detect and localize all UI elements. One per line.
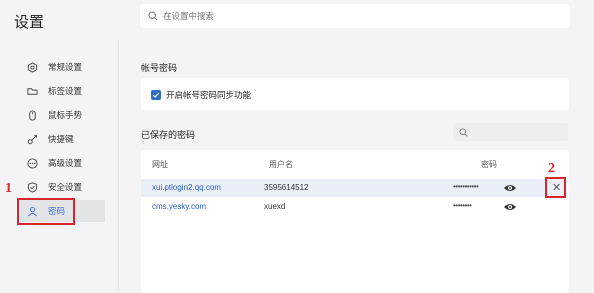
sidebar-item-shortcuts[interactable]: 快捷键 bbox=[20, 128, 105, 150]
search-box[interactable] bbox=[140, 4, 570, 28]
main-content: 帐号密码 开启帐号密码同步功能 已保存的密码 网址 用户名 密码 xui.ptl… bbox=[119, 40, 594, 293]
header: 设置 bbox=[0, 0, 594, 40]
mouse-icon bbox=[26, 109, 38, 121]
annotation-label-1: 1 bbox=[5, 181, 12, 196]
row-url[interactable]: cms.yesky.com bbox=[152, 202, 206, 211]
column-header-username: 用户名 bbox=[269, 160, 293, 169]
row-password: •••••••• bbox=[453, 201, 472, 210]
saved-section-title: 已保存的密码 bbox=[141, 130, 196, 140]
sidebar-item-label: 常规设置 bbox=[48, 62, 83, 72]
search-icon bbox=[148, 11, 158, 21]
table-row[interactable]: xui.ptlogin2.qq.com 3595614512 •••••••••… bbox=[141, 179, 564, 197]
annotation-box-2 bbox=[545, 177, 566, 198]
password-table-card bbox=[141, 150, 569, 293]
sync-label: 开启帐号密码同步功能 bbox=[166, 90, 252, 100]
sync-toggle-row[interactable]: 开启帐号密码同步功能 bbox=[151, 89, 251, 101]
tab-icon bbox=[26, 85, 38, 97]
account-section-title: 帐号密码 bbox=[141, 63, 178, 73]
search-input[interactable] bbox=[163, 11, 543, 21]
shortcut-icon bbox=[26, 133, 38, 145]
check-icon bbox=[152, 92, 160, 98]
sidebar-item-label: 标签设置 bbox=[48, 86, 83, 96]
row-username: xuexd bbox=[264, 202, 286, 211]
more-icon bbox=[26, 157, 38, 169]
table-row[interactable]: cms.yesky.com xuexd •••••••• bbox=[141, 198, 564, 216]
sync-checkbox[interactable] bbox=[151, 90, 161, 100]
shield-icon bbox=[26, 181, 38, 193]
eye-icon[interactable] bbox=[503, 183, 517, 193]
search-icon bbox=[459, 127, 468, 137]
sidebar-item-label: 安全设置 bbox=[48, 182, 83, 192]
sidebar-item-mouse-gestures[interactable]: 鼠标手势 bbox=[20, 104, 105, 126]
sidebar-item-label: 高级设置 bbox=[48, 158, 83, 168]
sidebar-item-general[interactable]: 常规设置 bbox=[20, 56, 105, 78]
row-username: 3595614512 bbox=[264, 183, 309, 192]
sync-card: 开启帐号密码同步功能 bbox=[141, 78, 569, 110]
sidebar-item-tabs[interactable]: 标签设置 bbox=[20, 80, 105, 102]
gear-icon bbox=[26, 61, 38, 73]
row-password: ••••••••••• bbox=[453, 182, 479, 191]
annotation-box-1 bbox=[17, 198, 75, 225]
password-search-box[interactable] bbox=[453, 123, 568, 141]
column-header-password: 密码 bbox=[481, 160, 497, 169]
eye-icon[interactable] bbox=[503, 202, 517, 212]
annotation-label-2: 2 bbox=[548, 161, 555, 176]
sidebar-item-label: 快捷键 bbox=[48, 134, 74, 144]
sidebar-item-security[interactable]: 安全设置 bbox=[20, 176, 105, 198]
page-title: 设置 bbox=[14, 14, 45, 31]
sidebar-item-advanced[interactable]: 高级设置 bbox=[20, 152, 105, 174]
column-header-url: 网址 bbox=[152, 160, 168, 169]
sidebar-item-label: 鼠标手势 bbox=[48, 110, 83, 120]
row-url[interactable]: xui.ptlogin2.qq.com bbox=[152, 183, 221, 192]
